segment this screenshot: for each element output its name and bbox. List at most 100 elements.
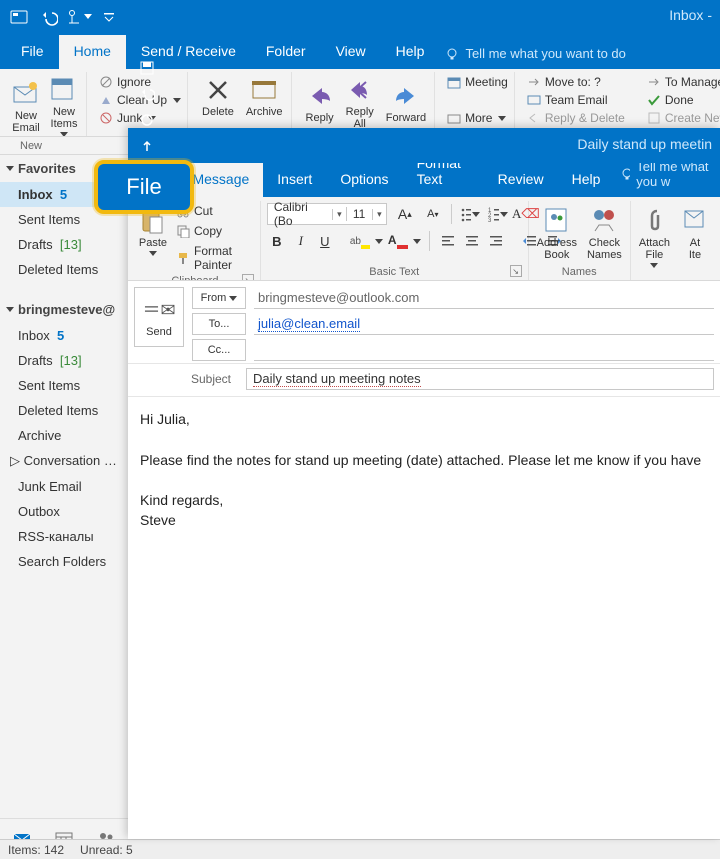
send-button[interactable]: ＝✉ Send bbox=[134, 287, 184, 347]
nav-drafts-count: [13] bbox=[60, 353, 82, 368]
to-manager-button[interactable]: To Manager bbox=[645, 74, 720, 90]
highlight-button[interactable]: ab bbox=[349, 232, 371, 250]
tell-me-label: Tell me what you want to do bbox=[465, 46, 625, 61]
save-icon[interactable] bbox=[134, 55, 160, 81]
cc-field[interactable] bbox=[254, 339, 714, 361]
nav-inbox-count: 5 bbox=[57, 328, 64, 343]
nav-drafts-fav[interactable]: Drafts [13] bbox=[0, 232, 129, 257]
done-button[interactable]: Done bbox=[645, 92, 720, 108]
undo-icon[interactable] bbox=[134, 81, 160, 107]
redo-icon[interactable] bbox=[134, 107, 160, 133]
quick-access-toolbar bbox=[6, 4, 122, 30]
ribbon-caption-new: New bbox=[20, 140, 42, 152]
nav-conversation-history[interactable]: ▷ Conversation Histor bbox=[0, 448, 129, 474]
more-icon bbox=[447, 111, 461, 125]
delete-button[interactable]: Delete bbox=[198, 74, 238, 120]
compose-window: Daily stand up meetin Message Insert Opt… bbox=[128, 128, 720, 839]
format-painter-label: Format Painter bbox=[194, 244, 254, 272]
subject-label: Subject bbox=[134, 372, 238, 386]
align-center-button[interactable] bbox=[462, 231, 482, 251]
qat-customize-icon[interactable] bbox=[96, 4, 122, 30]
tab-compose-help[interactable]: Help bbox=[558, 163, 615, 197]
tab-file[interactable]: File bbox=[6, 35, 59, 69]
copy-button[interactable]: Copy bbox=[176, 223, 254, 239]
nav-drafts-label: Drafts bbox=[18, 353, 53, 368]
nav-sent[interactable]: Sent Items bbox=[0, 373, 129, 398]
meeting-label: Meeting bbox=[465, 75, 508, 89]
nav-search-folders[interactable]: Search Folders bbox=[0, 549, 129, 574]
new-email-button[interactable]: New Email bbox=[8, 74, 44, 137]
account-header[interactable]: bringmesteve@ bbox=[0, 296, 129, 323]
bullets-button[interactable] bbox=[460, 204, 480, 224]
new-items-button[interactable]: New Items bbox=[46, 74, 82, 137]
to-field[interactable]: julia@clean.email bbox=[254, 313, 714, 335]
font-selector[interactable]: Calibri (Bo▾ 11▾ bbox=[267, 203, 387, 225]
tab-view[interactable]: View bbox=[321, 35, 381, 69]
tell-me-search[interactable]: Tell me what you want to do bbox=[439, 38, 631, 69]
reply-all-button[interactable]: Reply All bbox=[342, 74, 378, 132]
to-button[interactable]: To... bbox=[192, 313, 246, 335]
clipboard-launcher[interactable]: ↘ bbox=[242, 274, 254, 281]
subject-field[interactable]: Daily stand up meeting notes bbox=[246, 368, 714, 390]
from-field[interactable]: bringmesteve@outlook.com bbox=[254, 287, 714, 309]
touch-mode-icon[interactable] bbox=[66, 4, 92, 30]
font-size: 11 bbox=[346, 207, 372, 221]
more-respond-button[interactable]: More bbox=[445, 110, 510, 126]
tab-insert[interactable]: Insert bbox=[263, 163, 326, 197]
undo-icon[interactable] bbox=[36, 4, 62, 30]
nav-junk[interactable]: Junk Email bbox=[0, 474, 129, 499]
attach-item-label: At Ite bbox=[689, 237, 701, 261]
lightbulb-icon bbox=[445, 47, 459, 61]
numbering-button[interactable]: 123 bbox=[488, 204, 508, 224]
check-names-icon bbox=[589, 205, 619, 235]
from-label: From bbox=[201, 292, 227, 304]
address-book-label: Address Book bbox=[537, 237, 577, 261]
reply-label: Reply bbox=[306, 112, 334, 124]
nav-outbox[interactable]: Outbox bbox=[0, 499, 129, 524]
grow-font-button[interactable]: A▴ bbox=[395, 204, 415, 224]
more-label: More bbox=[465, 111, 492, 125]
prev-item-icon[interactable] bbox=[134, 133, 160, 159]
bold-button[interactable]: B bbox=[267, 231, 287, 251]
nav-rss[interactable]: RSS-каналы bbox=[0, 524, 129, 549]
check-names-button[interactable]: Check Names bbox=[585, 203, 624, 263]
italic-button[interactable]: I bbox=[291, 231, 311, 251]
compose-title: Daily stand up meetin bbox=[577, 136, 712, 152]
create-new-button[interactable]: Create New bbox=[645, 110, 720, 126]
reply-button[interactable]: Reply bbox=[302, 74, 338, 132]
tab-home[interactable]: Home bbox=[59, 35, 126, 69]
from-button[interactable]: From bbox=[192, 287, 246, 309]
team-email-button[interactable]: Team Email bbox=[525, 92, 627, 108]
align-right-button[interactable] bbox=[486, 231, 506, 251]
nav-archive[interactable]: Archive bbox=[0, 423, 129, 448]
message-body[interactable]: Hi Julia, Please find the notes for stan… bbox=[128, 397, 720, 839]
tab-review[interactable]: Review bbox=[484, 163, 558, 197]
basic-text-launcher[interactable]: ↘ bbox=[510, 265, 522, 277]
address-book-button[interactable]: Address Book bbox=[535, 203, 579, 263]
nav-deleted[interactable]: Deleted Items bbox=[0, 398, 129, 423]
nav-inbox[interactable]: Inbox 5 bbox=[0, 323, 129, 348]
nav-drafts[interactable]: Drafts [13] bbox=[0, 348, 129, 373]
app-icon[interactable] bbox=[6, 4, 32, 30]
forward-button[interactable]: Forward bbox=[382, 74, 430, 132]
format-painter-button[interactable]: Format Painter bbox=[176, 243, 254, 273]
nav-deleted-fav[interactable]: Deleted Items bbox=[0, 257, 129, 282]
font-color-button[interactable]: A bbox=[387, 232, 409, 250]
reply-delete-button[interactable]: Reply & Delete bbox=[525, 110, 627, 126]
meeting-button[interactable]: Meeting bbox=[445, 74, 510, 90]
tab-options[interactable]: Options bbox=[326, 163, 402, 197]
tab-folder[interactable]: Folder bbox=[251, 35, 321, 69]
nav-inbox-fav-count: 5 bbox=[60, 187, 67, 202]
cc-button[interactable]: Cc... bbox=[192, 339, 246, 361]
lightbulb-icon bbox=[620, 167, 630, 181]
move-to-button[interactable]: Move to: ? bbox=[525, 74, 627, 90]
underline-button[interactable]: U bbox=[315, 231, 335, 251]
main-ribbon: New Email New Items New Ignore Clean Up … bbox=[0, 69, 720, 137]
attach-file-button[interactable]: Attach File bbox=[637, 203, 672, 270]
attach-item-button[interactable]: At Ite bbox=[678, 203, 712, 263]
shrink-font-button[interactable]: A▾ bbox=[423, 204, 443, 224]
align-left-button[interactable] bbox=[438, 231, 458, 251]
archive-button[interactable]: Archive bbox=[242, 74, 287, 120]
tab-help[interactable]: Help bbox=[381, 35, 440, 69]
new-email-label: New Email bbox=[12, 110, 40, 134]
